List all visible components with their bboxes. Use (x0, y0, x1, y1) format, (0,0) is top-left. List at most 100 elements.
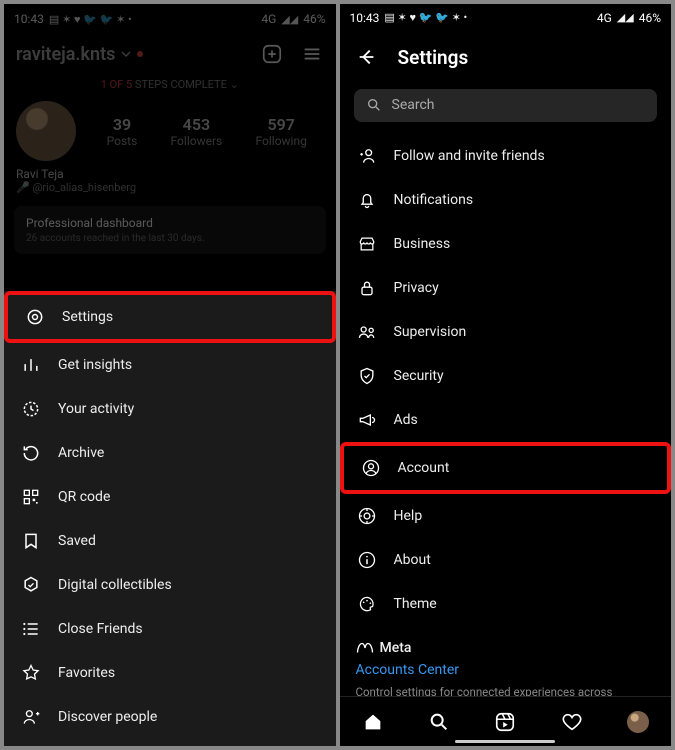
nav-profile[interactable] (626, 710, 650, 734)
menu-item-settings[interactable]: Settings (4, 291, 336, 343)
settings-item-account[interactable]: Account (340, 442, 672, 494)
create-button[interactable] (260, 42, 284, 66)
bottom-nav (340, 696, 672, 746)
menu-label: Archive (58, 445, 104, 461)
people-icon (356, 322, 378, 342)
settings-label: Follow and invite friends (394, 148, 545, 164)
search-input[interactable]: Search (354, 89, 658, 122)
username: raviteja.knts (16, 44, 115, 65)
archive-icon (20, 443, 42, 463)
settings-label: Theme (394, 596, 437, 612)
stat-posts[interactable]: 39Posts (107, 115, 138, 148)
stat-followers[interactable]: 453Followers (171, 115, 223, 148)
status-bar: 10:43 ▤ ✶ ♥ 🐦 🐦 ✶ • 4G ◢◢ 46% (4, 4, 336, 34)
settings-label: Account (398, 460, 450, 476)
status-battery: 46% (303, 12, 325, 26)
menu-item-activity[interactable]: Your activity (4, 387, 336, 431)
status-network: 4G (597, 11, 612, 25)
status-battery: 46% (639, 11, 661, 25)
gear-icon (24, 307, 46, 327)
steps-complete[interactable]: 1 OF 5 STEPS COMPLETE ⌄ (4, 74, 336, 101)
settings-item-follow-invite[interactable]: Follow and invite friends (340, 134, 672, 178)
menu-item-saved[interactable]: Saved (4, 519, 336, 563)
profile-header: raviteja.knts (4, 34, 336, 74)
chevron-down-icon: ⌄ (230, 78, 239, 91)
settings-item-about[interactable]: About (340, 538, 672, 582)
menu-item-qr[interactable]: QR code (4, 475, 336, 519)
page-title: Settings (398, 46, 469, 69)
menu-item-favorites[interactable]: Favorites (4, 651, 336, 695)
menu-label: Close Friends (58, 621, 143, 637)
settings-item-theme[interactable]: Theme (340, 582, 672, 626)
settings-label: Notifications (394, 192, 474, 208)
settings-label: About (394, 552, 431, 568)
status-time: 10:43 (350, 11, 380, 25)
menu-button[interactable] (300, 42, 324, 66)
home-indicator (455, 740, 555, 743)
status-bar: 10:43 ▤ ✶ ♥ 🐦 🐦 ✶ • 4G ◢◢ 46% (340, 4, 672, 32)
search-placeholder: Search (392, 97, 435, 113)
bookmark-icon (20, 531, 42, 551)
megaphone-icon (356, 410, 378, 430)
menu-label: Your activity (58, 401, 134, 417)
status-icons-left: ▤ ✶ ♥ 🐦 🐦 ✶ • (49, 13, 132, 26)
bell-icon (356, 190, 378, 210)
settings-label: Privacy (394, 280, 439, 296)
accounts-center-link[interactable]: Accounts Center (356, 662, 656, 678)
add-person-icon (20, 707, 42, 727)
star-icon (20, 663, 42, 683)
account-icon (360, 458, 382, 478)
menu-item-archive[interactable]: Archive (4, 431, 336, 475)
store-icon (356, 234, 378, 254)
phone-left: 10:43 ▤ ✶ ♥ 🐦 🐦 ✶ • 4G ◢◢ 46% raviteja.k… (4, 4, 336, 746)
settings-item-supervision[interactable]: Supervision (340, 310, 672, 354)
signal-icon: ◢◢ (617, 11, 634, 24)
back-button[interactable] (356, 46, 378, 68)
list-icon (20, 619, 42, 639)
menu-label: Discover people (58, 709, 157, 725)
settings-label: Help (394, 508, 423, 524)
settings-item-notifications[interactable]: Notifications (340, 178, 672, 222)
status-time: 10:43 (14, 12, 44, 26)
menu-item-covid[interactable]: COVID-19 Information Center (4, 739, 336, 746)
settings-item-help[interactable]: Help (340, 494, 672, 538)
menu-label: QR code (58, 489, 110, 505)
menu-label: Saved (58, 533, 96, 549)
nav-search[interactable] (427, 710, 451, 734)
palette-icon (356, 594, 378, 614)
avatar[interactable] (16, 101, 76, 161)
nav-home[interactable] (361, 710, 385, 734)
settings-item-privacy[interactable]: Privacy (340, 266, 672, 310)
username-selector[interactable]: raviteja.knts (16, 44, 143, 65)
notification-dot (137, 51, 143, 57)
menu-item-close-friends[interactable]: Close Friends (4, 607, 336, 651)
settings-label: Ads (394, 412, 418, 428)
settings-item-business[interactable]: Business (340, 222, 672, 266)
settings-item-security[interactable]: Security (340, 354, 672, 398)
signal-icon: ◢◢ (281, 13, 298, 26)
activity-icon (20, 399, 42, 419)
search-icon (366, 97, 382, 113)
stat-following[interactable]: 597Following (256, 115, 307, 148)
meta-logo: Meta (356, 640, 656, 656)
menu-item-discover[interactable]: Discover people (4, 695, 336, 739)
profile-row: 39Posts 453Followers 597Following (4, 101, 336, 161)
lock-icon (356, 278, 378, 298)
display-name: Ravi Teja (16, 167, 324, 181)
hexagon-icon (20, 575, 42, 595)
settings-item-ads[interactable]: Ads (340, 398, 672, 442)
info-icon (356, 550, 378, 570)
handle: @rio_alias_hisenberg (32, 181, 136, 194)
settings-label: Security (394, 368, 444, 384)
profile-name-bio: Ravi Teja 🎤 @rio_alias_hisenberg (4, 161, 336, 198)
insights-icon (20, 355, 42, 375)
nav-activity[interactable] (560, 710, 584, 734)
nav-reels[interactable] (493, 710, 517, 734)
avatar-icon (627, 711, 649, 733)
professional-dashboard[interactable]: Professional dashboard 26 accounts reach… (14, 206, 326, 254)
menu-item-collectibles[interactable]: Digital collectibles (4, 563, 336, 607)
settings-header: Settings (340, 32, 672, 83)
menu-item-insights[interactable]: Get insights (4, 343, 336, 387)
shield-icon (356, 366, 378, 386)
status-icons-left: ▤ ✶ ♥ 🐦 🐦 ✶ • (384, 11, 467, 24)
